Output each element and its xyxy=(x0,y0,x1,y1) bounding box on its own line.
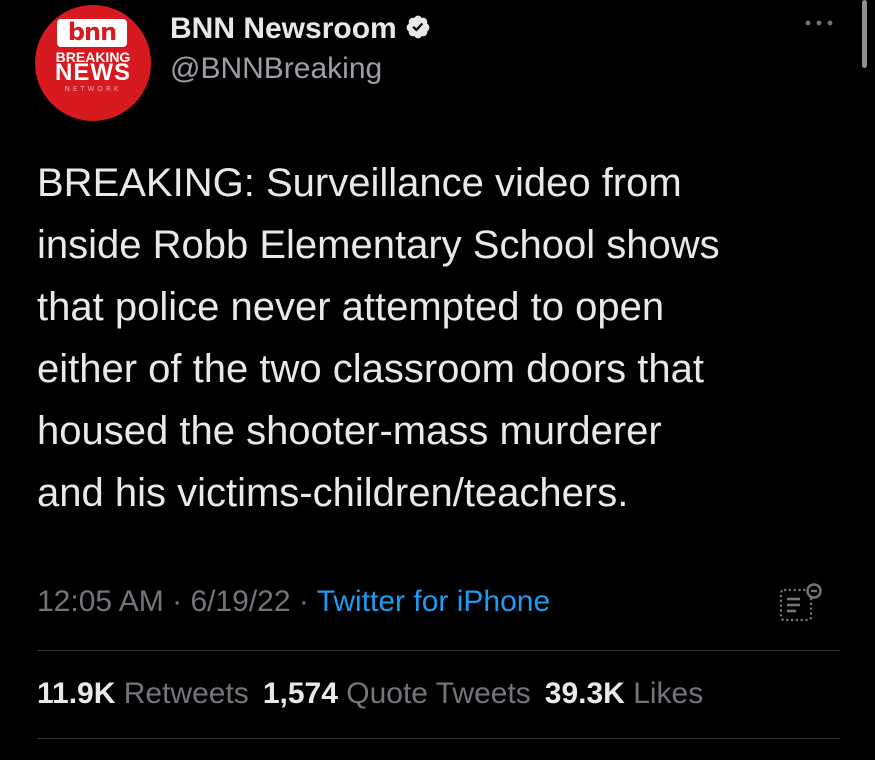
tweet-time[interactable]: 12:05 AM xyxy=(37,585,164,618)
meta-separator-2: · xyxy=(298,585,309,618)
display-name-row[interactable]: BNN Newsroom xyxy=(170,11,431,47)
account-handle[interactable]: @BNNBreaking xyxy=(170,51,382,87)
scrollbar[interactable] xyxy=(862,0,867,68)
tweet-source-link[interactable]: Twitter for iPhone xyxy=(317,585,550,618)
retweets-label: Retweets xyxy=(123,677,249,710)
divider-bottom xyxy=(37,738,840,739)
tweet-analytics-icon[interactable] xyxy=(778,583,824,623)
retweets-count: 11.9K xyxy=(37,677,116,710)
avatar[interactable]: bnn BREAKING NEWS NETWORK xyxy=(35,5,151,121)
verified-badge-icon xyxy=(406,15,430,39)
tweet-meta: 12:05 AM · 6/19/22 · Twitter for iPhone xyxy=(37,582,550,622)
quote-tweets-label: Quote Tweets xyxy=(346,677,531,710)
tweet-stats: 11.9K Retweets 1,574 Quote Tweets 39.3K Li… xyxy=(37,674,717,714)
tweet-text: BREAKING: Surveillance video from inside… xyxy=(37,161,720,515)
avatar-logo: bnn xyxy=(57,19,127,47)
more-options-icon[interactable] xyxy=(803,15,835,31)
likes-count: 39.3K xyxy=(544,677,625,710)
tweet-date[interactable]: 6/19/22 xyxy=(190,585,290,618)
retweets-stat[interactable]: 11.9K Retweets xyxy=(37,677,249,710)
likes-label: Likes xyxy=(633,677,704,710)
meta-separator: · xyxy=(172,585,183,618)
avatar-line-network: NETWORK xyxy=(64,85,122,93)
divider-top xyxy=(37,650,840,651)
avatar-line-news: NEWS xyxy=(55,59,131,86)
quote-tweets-stat[interactable]: 1,574 Quote Tweets xyxy=(263,677,531,710)
tweet-header: bnn BREAKING NEWS NETWORK BNN Newsroom @… xyxy=(35,5,835,121)
likes-stat[interactable]: 39.3K Likes xyxy=(545,677,703,710)
display-name[interactable]: BNN Newsroom xyxy=(170,12,397,45)
quote-tweets-count: 1,574 xyxy=(262,677,338,710)
